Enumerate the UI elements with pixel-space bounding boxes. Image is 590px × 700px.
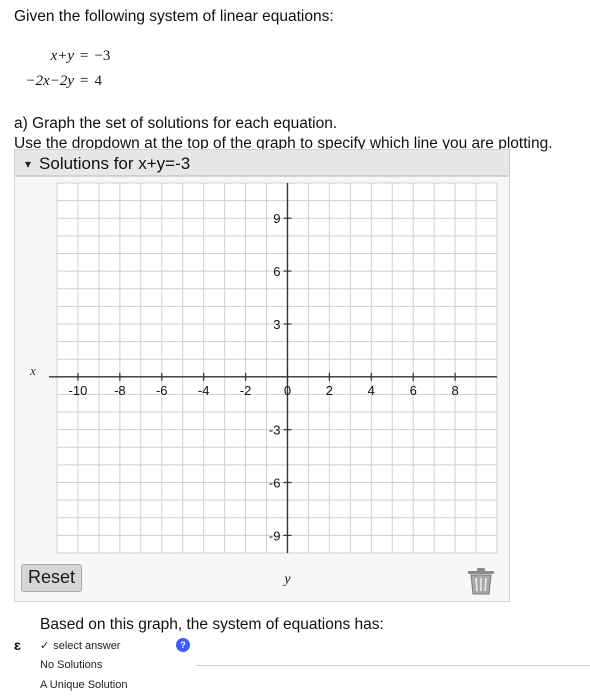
y-tick-label: 3 — [273, 317, 280, 332]
y-tick-label: 6 — [273, 264, 280, 279]
equation-2-rhs: 4 — [94, 73, 102, 89]
equation-2-lhs: −2x−2y — [25, 73, 74, 89]
x-tick-label: 6 — [410, 383, 417, 398]
x-tick-label: -6 — [156, 383, 168, 398]
equation-1-rel: = — [80, 48, 89, 64]
y-tick-label: -3 — [269, 423, 281, 438]
answer-option-selected[interactable]: ✓ select answer — [30, 636, 190, 656]
answer-option-unique-solution[interactable]: A Unique Solution — [30, 676, 190, 696]
x-tick-label: -4 — [198, 383, 210, 398]
reset-button[interactable]: Reset — [21, 564, 83, 592]
equation-2-rel: = — [80, 73, 89, 89]
divider — [196, 665, 590, 666]
y-axis-label: y — [282, 572, 291, 587]
question-text: Based on this graph, the system of equat… — [40, 616, 384, 633]
answer-option-no-solutions[interactable]: No Solutions — [30, 656, 190, 676]
x-tick-label: -2 — [240, 383, 252, 398]
equation-1-rhs: −3 — [94, 48, 111, 64]
part-a-line-1: a) Graph the set of solutions for each e… — [14, 115, 338, 132]
x-tick-label: 8 — [451, 383, 458, 398]
y-tick-label: 9 — [273, 211, 280, 226]
answer-marker: ɛ — [14, 637, 21, 653]
part-a-instructions: a) Graph the set of solutions for each e… — [14, 114, 553, 154]
caret-down-icon: ▾ — [25, 156, 32, 171]
x-axis-label: x — [29, 363, 36, 378]
plot-area — [56, 182, 498, 554]
equation-1: x+y = −3 — [0, 48, 111, 65]
intro-text: Given the following system of linear equ… — [14, 8, 334, 25]
coordinate-plane[interactable]: -10 -8 -6 -4 -2 0 2 4 6 8 9 6 3 -3 -6 -9 x y — [15, 177, 511, 603]
y-tick-label: -9 — [269, 528, 281, 543]
x-tick-label: 4 — [368, 383, 375, 398]
x-tick-label: 0 — [284, 383, 291, 398]
equation-2: −2x−2y = 4 — [0, 73, 102, 90]
line-select-dropdown[interactable]: ▾ Solutions for x+y=-3 — [14, 149, 510, 176]
equation-1-lhs: x+y — [50, 48, 74, 64]
answer-selected-label: select answer — [53, 640, 121, 652]
line-select-value: Solutions for x+y=-3 — [39, 153, 191, 173]
trash-icon[interactable] — [465, 566, 497, 596]
x-tick-label: -10 — [69, 383, 88, 398]
x-tick-label: -8 — [114, 383, 126, 398]
help-icon[interactable]: ? — [176, 638, 190, 652]
answer-select[interactable]: ✓ select answer No Solutions A Unique So… — [30, 636, 190, 696]
y-tick-label: -6 — [269, 476, 281, 491]
checkmark-icon: ✓ — [40, 640, 50, 652]
x-tick-label: 2 — [326, 383, 333, 398]
graph-panel: -10 -8 -6 -4 -2 0 2 4 6 8 9 6 3 -3 -6 -9 x y Reset — [14, 176, 510, 602]
